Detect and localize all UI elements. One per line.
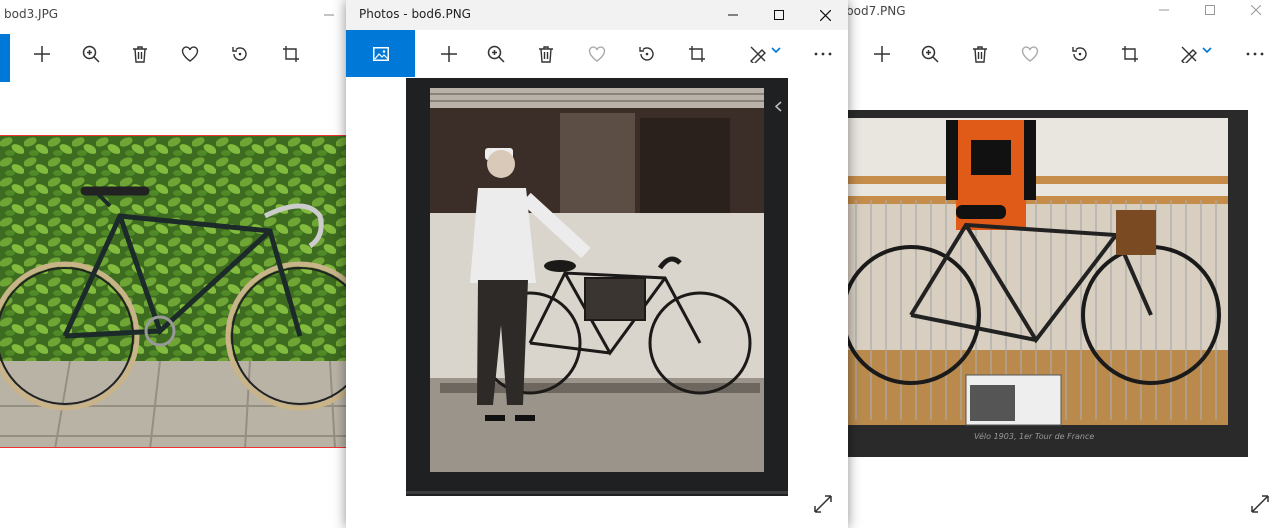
left-minimize-button[interactable] — [306, 0, 350, 30]
right-fullscreen-button[interactable] — [1244, 488, 1276, 520]
right-photo-museum-bicycle: Vélo 1903, 1er Tour de France — [846, 110, 1248, 457]
more-icon — [814, 52, 832, 56]
center-minimize-button[interactable] — [710, 0, 756, 30]
left-toolbar — [0, 30, 350, 82]
center-close-button[interactable] — [802, 0, 848, 30]
right-delete-button[interactable] — [964, 38, 996, 70]
center-window-title: Photos - bod6.PNG — [359, 7, 471, 21]
right-edit-button[interactable] — [1173, 38, 1219, 70]
center-crop-button[interactable] — [681, 38, 713, 70]
center-toolbar — [346, 30, 848, 78]
chevron-down-icon — [771, 47, 781, 54]
center-prev-panel-button[interactable] — [768, 92, 788, 120]
maximize-icon — [774, 10, 784, 20]
plus-icon — [34, 46, 50, 62]
right-close-button[interactable] — [1233, 0, 1279, 25]
expand-icon — [814, 495, 832, 513]
chevron-down-icon — [1202, 47, 1212, 54]
left-rotate-button[interactable] — [224, 38, 256, 70]
center-maximize-button[interactable] — [756, 0, 802, 30]
center-fullscreen-button[interactable] — [807, 488, 839, 520]
trash-icon — [539, 46, 553, 63]
left-delete-button[interactable] — [124, 38, 156, 70]
right-favorite-button[interactable] — [1014, 38, 1046, 70]
center-delete-button[interactable] — [530, 38, 562, 70]
right-titlebar[interactable]: bod7.PNG — [846, 0, 1279, 30]
maximize-icon — [1205, 5, 1215, 15]
left-add-button[interactable] — [26, 38, 58, 70]
left-crop-button[interactable] — [275, 38, 307, 70]
right-photo-window[interactable]: bod7.PNG Vélo 1903, 1er Tour de France — [846, 0, 1279, 528]
center-photo-window[interactable]: Photos - bod6.PNG — [346, 0, 848, 528]
expand-icon — [1251, 495, 1269, 513]
center-edit-button[interactable] — [742, 38, 788, 70]
center-add-button[interactable] — [433, 38, 465, 70]
left-favorite-button[interactable] — [174, 38, 206, 70]
edit-draw-icon — [1181, 46, 1197, 63]
heart-icon — [588, 46, 606, 62]
trash-icon — [133, 46, 147, 63]
rotate-icon — [232, 47, 247, 61]
rotate-icon — [1072, 47, 1087, 61]
right-more-button[interactable] — [1239, 38, 1271, 70]
rotate-icon — [639, 47, 654, 61]
close-icon — [1251, 5, 1261, 15]
chevron-left-icon — [774, 100, 782, 112]
zoom-in-icon — [487, 45, 505, 63]
center-titlebar[interactable]: Photos - bod6.PNG — [346, 0, 848, 30]
right-add-button[interactable] — [866, 38, 898, 70]
right-rotate-button[interactable] — [1064, 38, 1096, 70]
center-photo-canvas — [406, 78, 788, 496]
center-zoom-button[interactable] — [480, 38, 512, 70]
left-window-title: bod3.JPG — [4, 7, 59, 21]
heart-icon — [1021, 46, 1039, 62]
right-crop-button[interactable] — [1114, 38, 1146, 70]
center-photo-vintage-cyclist — [430, 88, 764, 472]
crop-icon — [283, 46, 299, 62]
minimize-icon — [1159, 9, 1169, 11]
crop-icon — [689, 46, 705, 62]
photo-icon — [372, 46, 389, 61]
center-view-photo-button[interactable] — [346, 30, 415, 77]
center-favorite-button[interactable] — [581, 38, 613, 70]
left-photo-window[interactable]: bod3.JPG — [0, 0, 350, 528]
more-icon — [1246, 52, 1264, 56]
zoom-in-icon — [921, 45, 939, 63]
left-photo-bicycle-hedge — [0, 135, 350, 448]
right-toolbar — [846, 30, 1279, 78]
plus-icon — [874, 46, 890, 62]
right-window-title: bod7.PNG — [846, 4, 906, 18]
center-filmstrip-bar — [406, 491, 788, 494]
minimize-icon — [728, 14, 738, 16]
right-minimize-button[interactable] — [1141, 0, 1187, 25]
left-zoom-button[interactable] — [75, 38, 107, 70]
left-titlebar[interactable]: bod3.JPG — [0, 0, 350, 30]
crop-icon — [1122, 46, 1138, 62]
right-zoom-button[interactable] — [914, 38, 946, 70]
trash-icon — [973, 46, 987, 63]
right-photo-caption: Vélo 1903, 1er Tour de France — [974, 432, 1095, 441]
minimize-icon — [324, 14, 334, 16]
right-maximize-button[interactable] — [1187, 0, 1233, 25]
center-more-button[interactable] — [807, 38, 839, 70]
zoom-in-icon — [82, 45, 100, 63]
edit-draw-icon — [750, 46, 766, 63]
heart-icon — [181, 46, 199, 62]
center-rotate-button[interactable] — [631, 38, 663, 70]
plus-icon — [441, 46, 457, 62]
close-icon — [819, 9, 831, 21]
left-view-toggle-button[interactable] — [0, 34, 10, 82]
